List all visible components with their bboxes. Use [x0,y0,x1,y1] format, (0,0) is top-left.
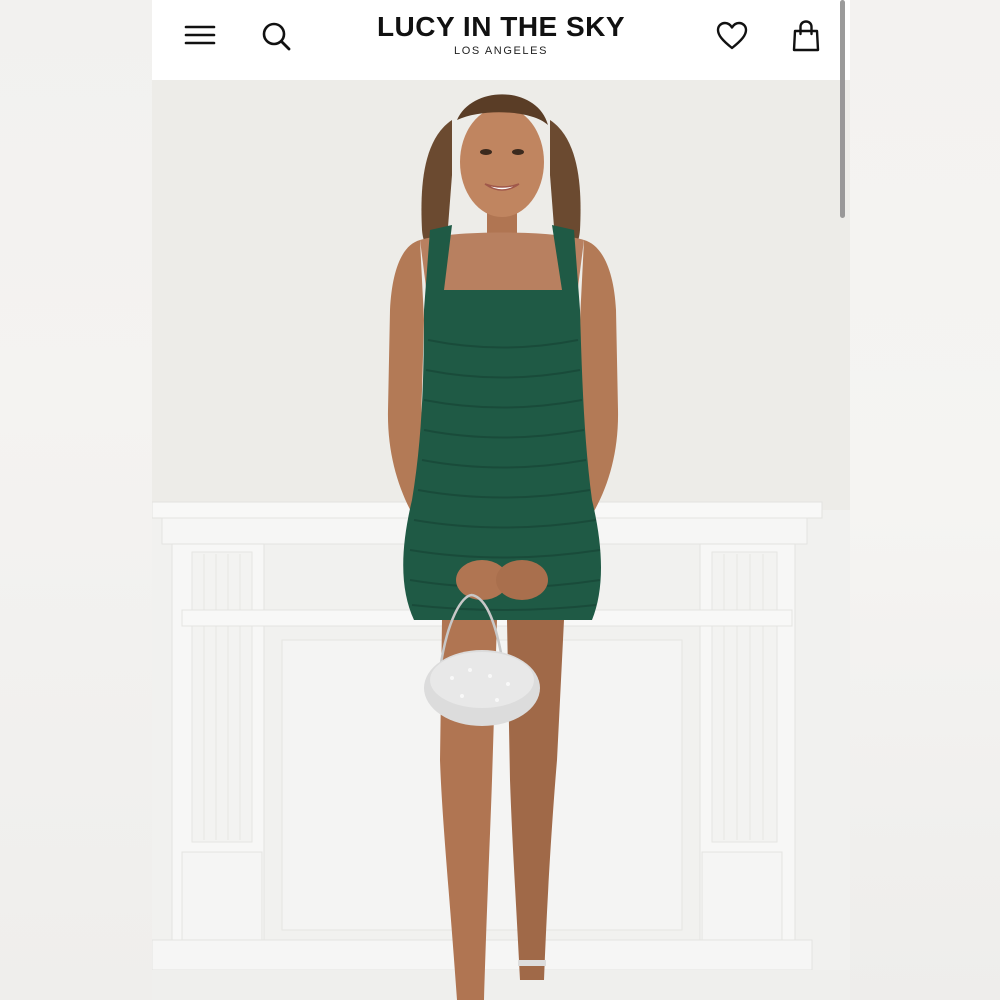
wishlist-button[interactable] [714,18,750,54]
heart-icon [716,21,748,50]
scrollbar[interactable] [840,0,845,218]
site-header: LUCY IN THE SKY LOS ANGELES [152,0,850,80]
mobile-screen: LUCY IN THE SKY LOS ANGELES [152,0,850,1000]
backdrop-left [0,0,152,1000]
cart-button[interactable] [788,18,824,54]
shopping-bag-icon [792,20,820,52]
product-hero-image[interactable] [152,80,850,1000]
backdrop-right [850,0,1000,1000]
model-photo [152,80,850,1000]
